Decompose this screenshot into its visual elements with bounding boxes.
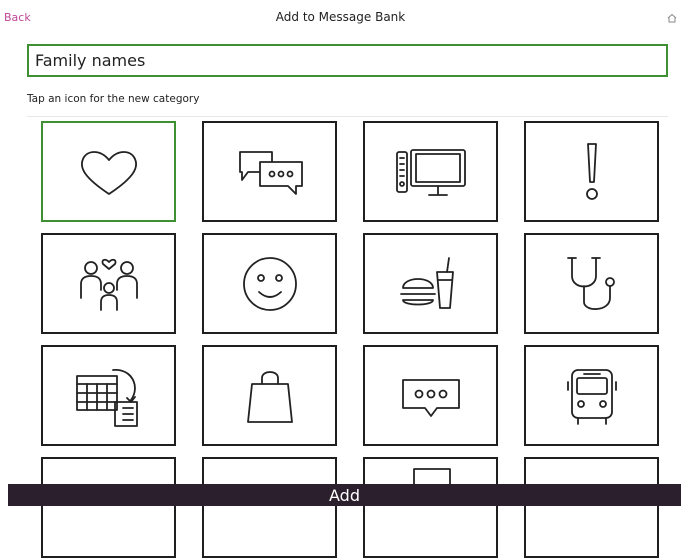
header: Back Add to Message Bank <box>0 0 681 36</box>
home-icon[interactable] <box>666 9 678 23</box>
icon-tile-smiley-face[interactable] <box>202 233 337 334</box>
speech-bubbles-icon <box>238 150 303 195</box>
shopping-bag-icon <box>246 370 293 423</box>
icon-tile-exclamation[interactable] <box>524 121 659 222</box>
icon-tile-partial[interactable] <box>41 457 176 558</box>
icon-tile-bus[interactable] <box>524 345 659 446</box>
stethoscope-icon <box>566 256 615 310</box>
exclamation-icon <box>585 142 598 200</box>
icon-tile-stethoscope[interactable] <box>524 233 659 334</box>
calendar-schedule-icon <box>75 368 138 427</box>
icon-tile-family[interactable] <box>41 233 176 334</box>
icon-hint-text: Tap an icon for the new category <box>27 93 200 105</box>
smiley-face-icon <box>242 256 297 311</box>
tv-remote-icon <box>395 148 466 196</box>
family-icon <box>79 258 138 311</box>
bus-icon <box>566 368 617 425</box>
burger-drink-icon <box>399 256 454 309</box>
heart-icon <box>80 150 137 195</box>
icon-tile-tv-remote[interactable] <box>363 121 498 222</box>
divider <box>27 116 668 117</box>
chat-bubble-icon <box>401 378 460 417</box>
category-name-input[interactable] <box>27 44 668 77</box>
icon-tile-calendar-schedule[interactable] <box>41 345 176 446</box>
icon-tile-chat-bubble[interactable] <box>363 345 498 446</box>
icon-tile-burger-drink[interactable] <box>363 233 498 334</box>
icon-tile-partial[interactable] <box>202 457 337 558</box>
add-button[interactable]: Add <box>8 484 681 506</box>
icon-tile-partial[interactable] <box>363 457 498 558</box>
icon-tile-shopping-bag[interactable] <box>202 345 337 446</box>
icon-tile-partial[interactable] <box>524 457 659 558</box>
icon-tile-speech-bubbles[interactable] <box>202 121 337 222</box>
page-title: Add to Message Bank <box>275 10 406 24</box>
icon-tile-heart[interactable] <box>41 121 176 222</box>
